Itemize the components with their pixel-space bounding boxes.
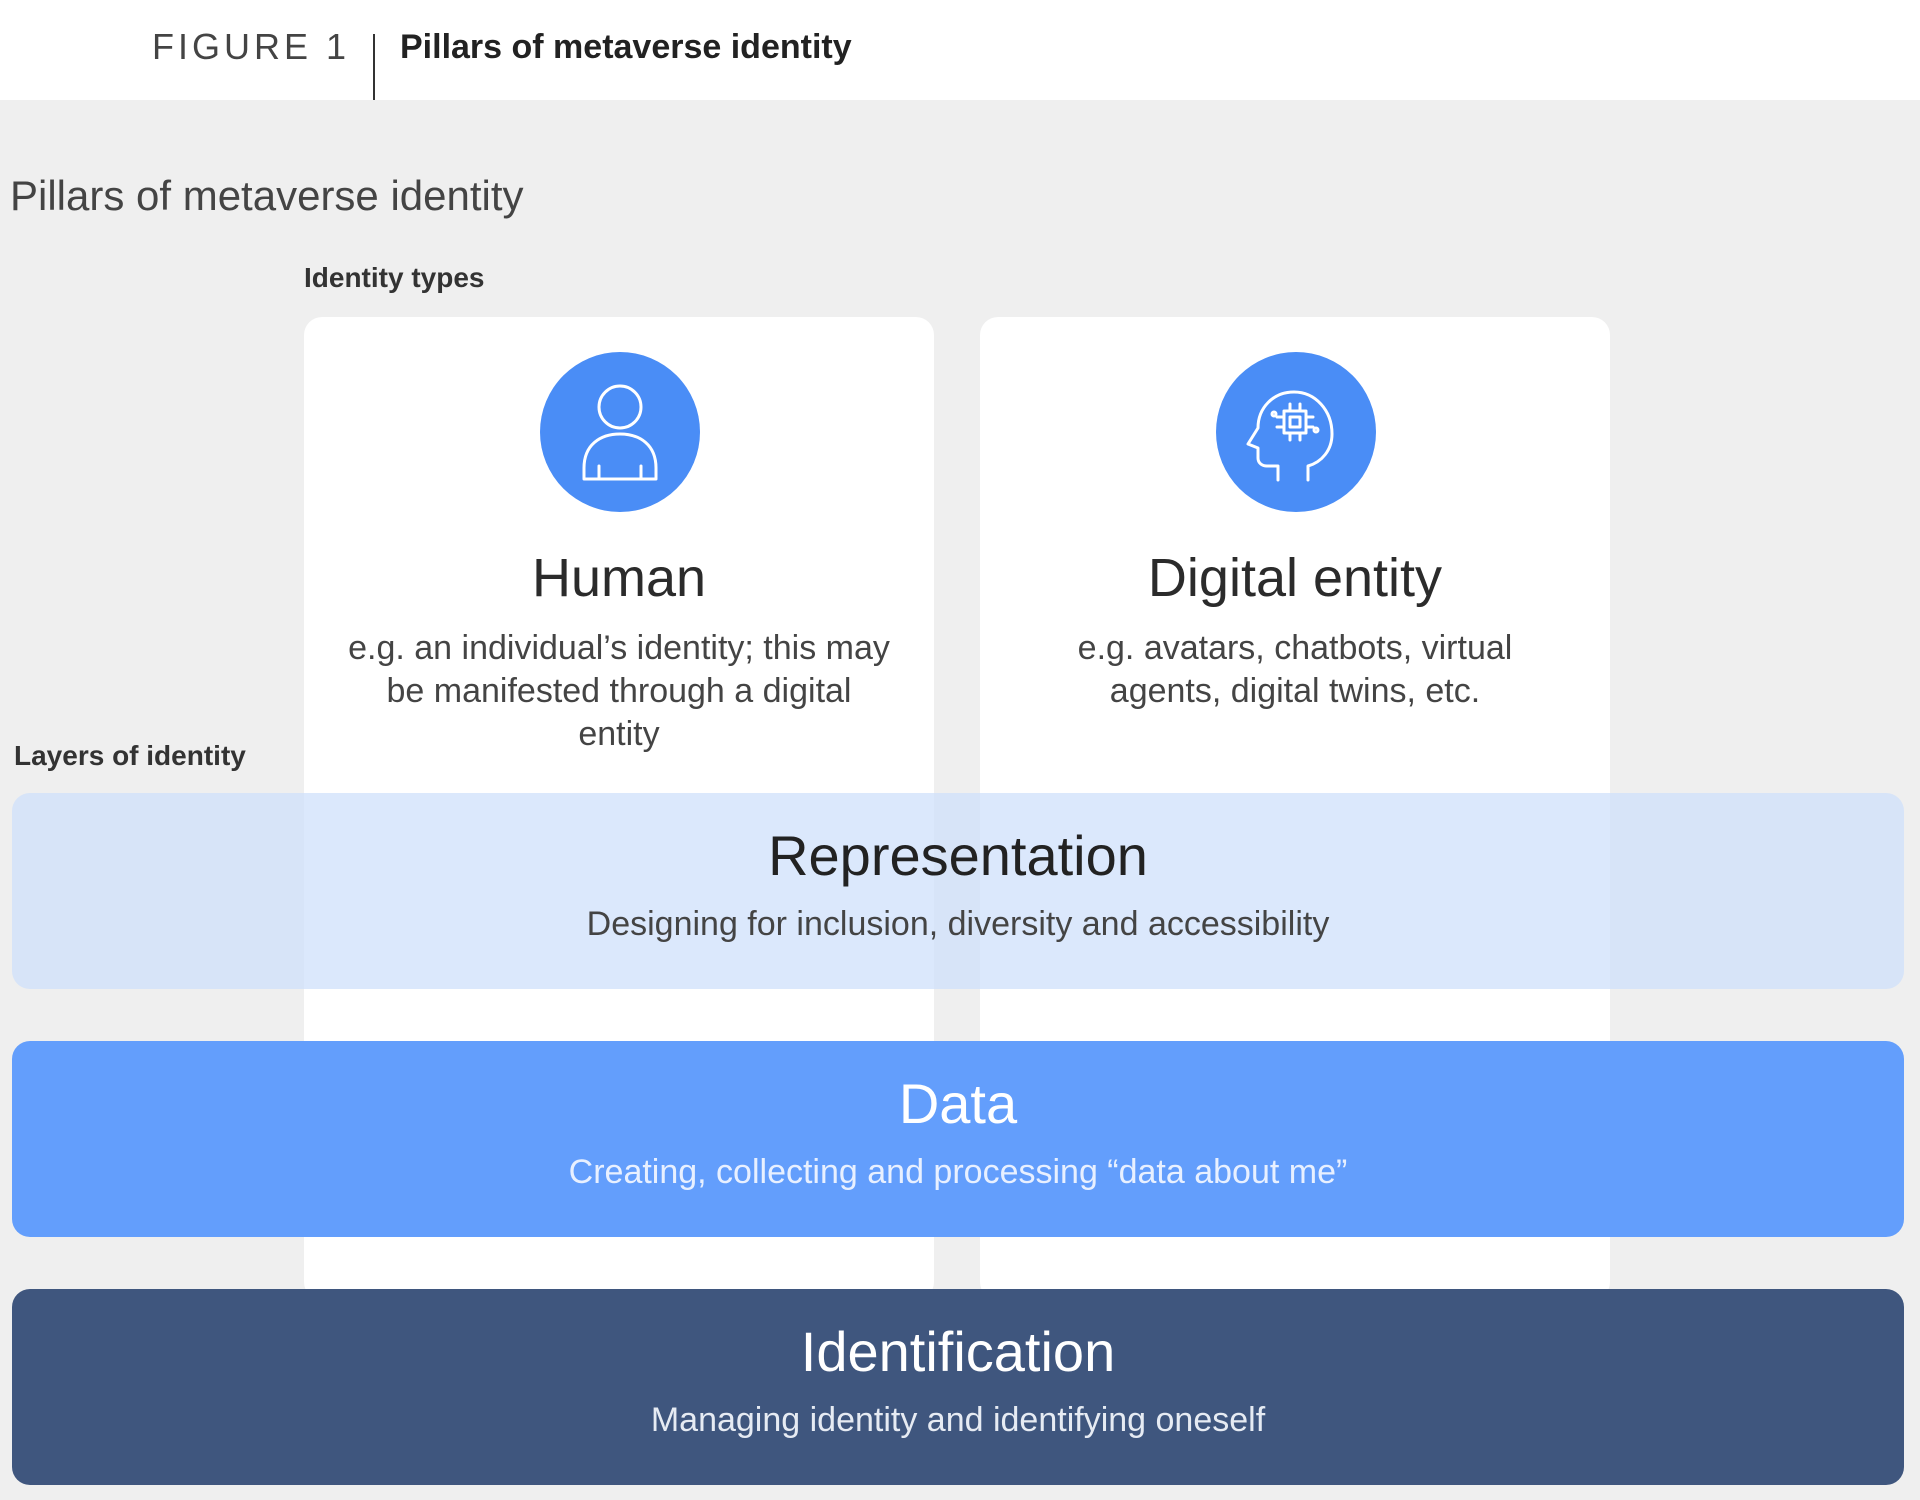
layer-desc-identification: Managing identity and identifying onesel… [650, 1401, 1266, 1439]
layer-identification: Identification Managing identity and ide… [12, 1289, 1904, 1485]
diagram-title: Pillars of metaverse identity [10, 172, 524, 219]
identity-types-label: Identity types [304, 262, 485, 293]
layer-desc-data: Creating, collecting and processing “dat… [568, 1153, 1348, 1191]
layer-name-representation: Representation [768, 824, 1148, 887]
identity-type-desc-human: e.g. an individual’s identity; this may … [348, 629, 890, 753]
figure-title: Pillars of metaverse identity [400, 28, 852, 66]
layer-data: Data Creating, collecting and processing… [12, 1041, 1904, 1237]
person-icon [540, 352, 700, 512]
figure-divider [373, 34, 375, 100]
layer-name-identification: Identification [800, 1320, 1116, 1383]
layer-desc-representation: Designing for inclusion, diversity and a… [586, 905, 1330, 943]
identity-type-title-digital-entity: Digital entity [1147, 548, 1443, 608]
figure-header: FIGURE 1 Pillars of metaverse identity [0, 0, 1920, 100]
identity-type-title-human: Human [531, 548, 707, 608]
identity-type-desc-digital-entity: e.g. avatars, chatbots, virtual agents, … [1077, 629, 1513, 710]
ai-head-chip-icon [1216, 352, 1376, 512]
layer-name-data: Data [898, 1072, 1018, 1135]
layer-representation: Representation Designing for inclusion, … [12, 793, 1904, 989]
figure-label: FIGURE 1 [152, 26, 351, 67]
layers-of-identity-label: Layers of identity [14, 740, 246, 771]
